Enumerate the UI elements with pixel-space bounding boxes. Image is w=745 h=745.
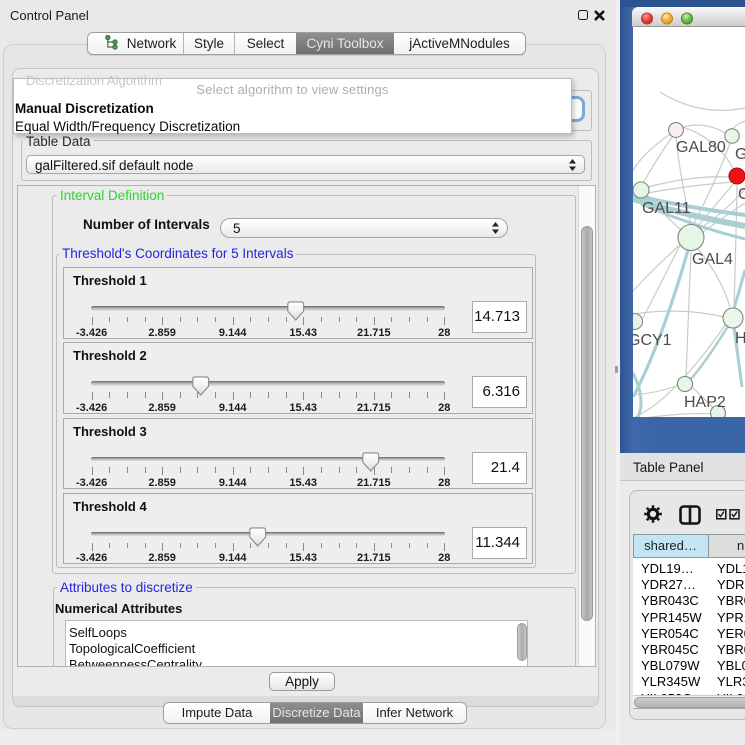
svg-text:H: H — [735, 330, 745, 347]
svg-text:GAL11: GAL11 — [642, 200, 691, 217]
svg-text:C: C — [738, 186, 745, 203]
svg-text:GA: GA — [735, 146, 745, 163]
svg-text:HAP2: HAP2 — [684, 394, 726, 411]
svg-text:GAL80: GAL80 — [676, 139, 726, 156]
svg-text:GCY1: GCY1 — [633, 332, 672, 349]
svg-text:GAL4: GAL4 — [692, 251, 733, 268]
